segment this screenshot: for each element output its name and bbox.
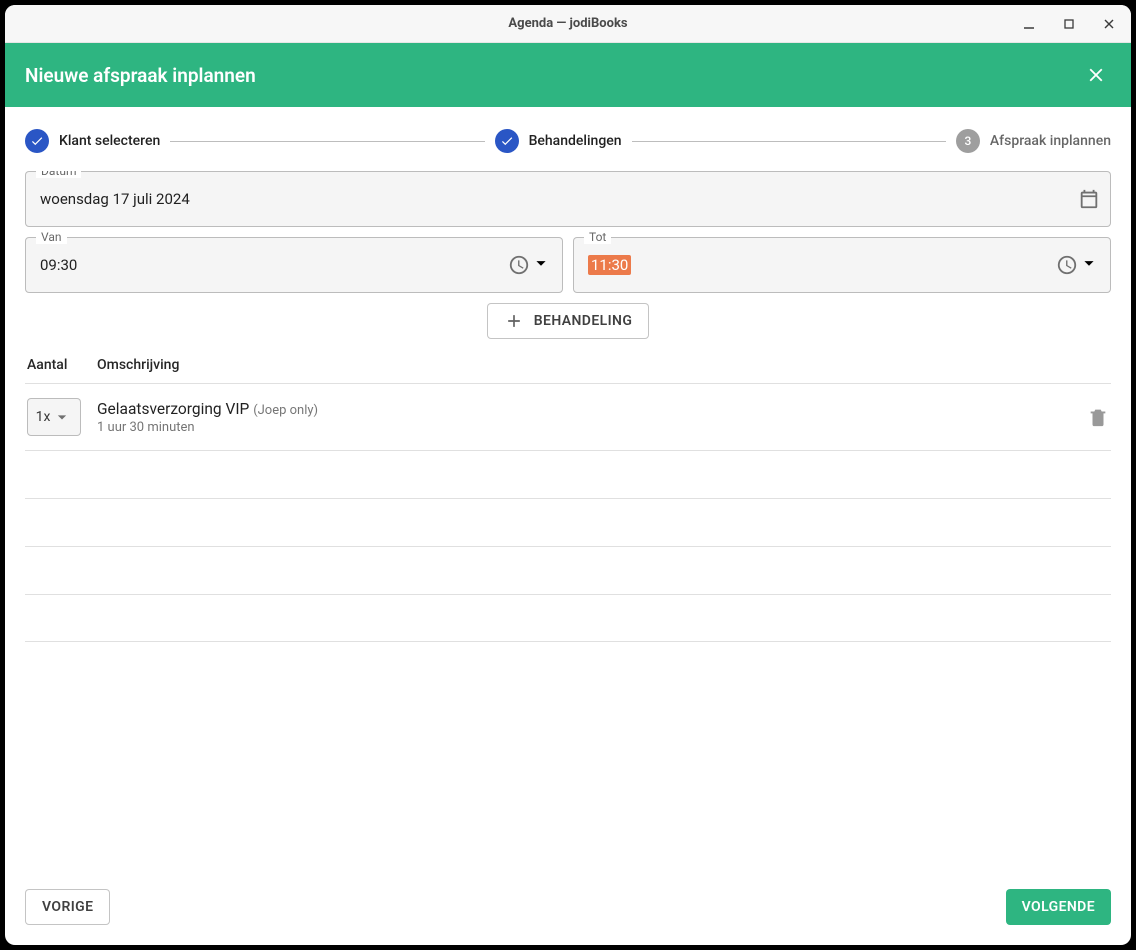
step-label: Behandelingen: [529, 133, 622, 149]
dialog-title: Nieuwe afspraak inplannen: [25, 64, 256, 87]
treatment-table-header: Aantal Omschrijving: [25, 357, 1111, 383]
treatment-name: Gelaatsverzorging VIP: [97, 400, 249, 418]
chevron-down-icon: [1078, 252, 1100, 278]
check-icon: [25, 129, 49, 153]
maximize-icon: [1062, 17, 1076, 31]
app-window: Agenda — jodiBooks Nieuwe afspraak inpla…: [5, 5, 1131, 945]
step-label: Klant selecteren: [59, 133, 160, 149]
field-label: Tot: [584, 230, 611, 244]
empty-row: [25, 450, 1111, 498]
column-header-description: Omschrijving: [97, 357, 179, 373]
field-value: woensdag 17 juli 2024: [40, 190, 1078, 208]
chevron-down-icon: [52, 407, 72, 427]
calendar-icon: [1078, 188, 1100, 210]
field-value: 11:30: [588, 256, 1056, 274]
window-title: Agenda — jodiBooks: [508, 16, 627, 31]
column-header-quantity: Aantal: [27, 357, 97, 373]
quantity-select[interactable]: 1x: [27, 398, 81, 436]
button-label: BEHANDELING: [534, 313, 633, 329]
dialog-header: Nieuwe afspraak inplannen: [5, 43, 1131, 107]
dialog-footer: VORIGE VOLGENDE: [5, 875, 1131, 945]
field-label: Datum: [36, 171, 81, 178]
chevron-down-icon: [530, 252, 552, 278]
minimize-icon: [1022, 17, 1036, 31]
window-titlebar: Agenda — jodiBooks: [5, 5, 1131, 43]
field-value: 09:30: [40, 256, 508, 274]
button-label: VOLGENDE: [1022, 899, 1095, 915]
empty-row: [25, 594, 1111, 642]
window-controls: [1013, 5, 1125, 42]
previous-button[interactable]: VORIGE: [25, 889, 110, 925]
clock-icon: [508, 254, 530, 276]
plus-icon: [504, 311, 524, 331]
step-connector: [170, 141, 484, 142]
quantity-value: 1x: [36, 409, 51, 425]
window-close-button[interactable]: [1093, 9, 1125, 39]
empty-row: [25, 498, 1111, 546]
delete-treatment-button[interactable]: [1087, 406, 1109, 428]
step-connector: [632, 141, 946, 142]
window-minimize-button[interactable]: [1013, 9, 1045, 39]
close-icon: [1102, 17, 1116, 31]
add-treatment-button[interactable]: BEHANDELING: [487, 303, 650, 339]
treatment-description: Gelaatsverzorging VIP (Joep only) 1 uur …: [97, 400, 1087, 435]
date-field[interactable]: Datum woensdag 17 juli 2024: [25, 171, 1111, 227]
dialog-close-button[interactable]: [1085, 64, 1107, 86]
close-icon: [1085, 64, 1107, 86]
window-maximize-button[interactable]: [1053, 9, 1085, 39]
check-icon: [495, 129, 519, 153]
step-klant-selecteren[interactable]: Klant selecteren: [25, 129, 160, 153]
next-button[interactable]: VOLGENDE: [1006, 889, 1111, 925]
empty-row: [25, 546, 1111, 594]
treatment-duration: 1 uur 30 minuten: [97, 420, 1087, 435]
treatment-row: 1x Gelaatsverzorging VIP (Joep only) 1 u…: [25, 383, 1111, 450]
treatment-note: (Joep only): [253, 403, 318, 418]
button-label: VORIGE: [42, 899, 93, 915]
time-from-field[interactable]: Van 09:30: [25, 237, 563, 293]
step-label: Afspraak inplannen: [990, 133, 1111, 149]
field-label: Van: [36, 230, 67, 244]
trash-icon: [1087, 406, 1109, 428]
wizard-stepper: Klant selecteren Behandelingen 3 Afspraa…: [5, 107, 1131, 171]
step-afspraak-inplannen[interactable]: 3 Afspraak inplannen: [956, 129, 1111, 153]
dialog-body: Datum woensdag 17 juli 2024 Van 09:30: [5, 171, 1131, 875]
step-number-icon: 3: [956, 129, 980, 153]
step-behandelingen[interactable]: Behandelingen: [495, 129, 622, 153]
clock-icon: [1056, 254, 1078, 276]
time-to-field[interactable]: Tot 11:30: [573, 237, 1111, 293]
